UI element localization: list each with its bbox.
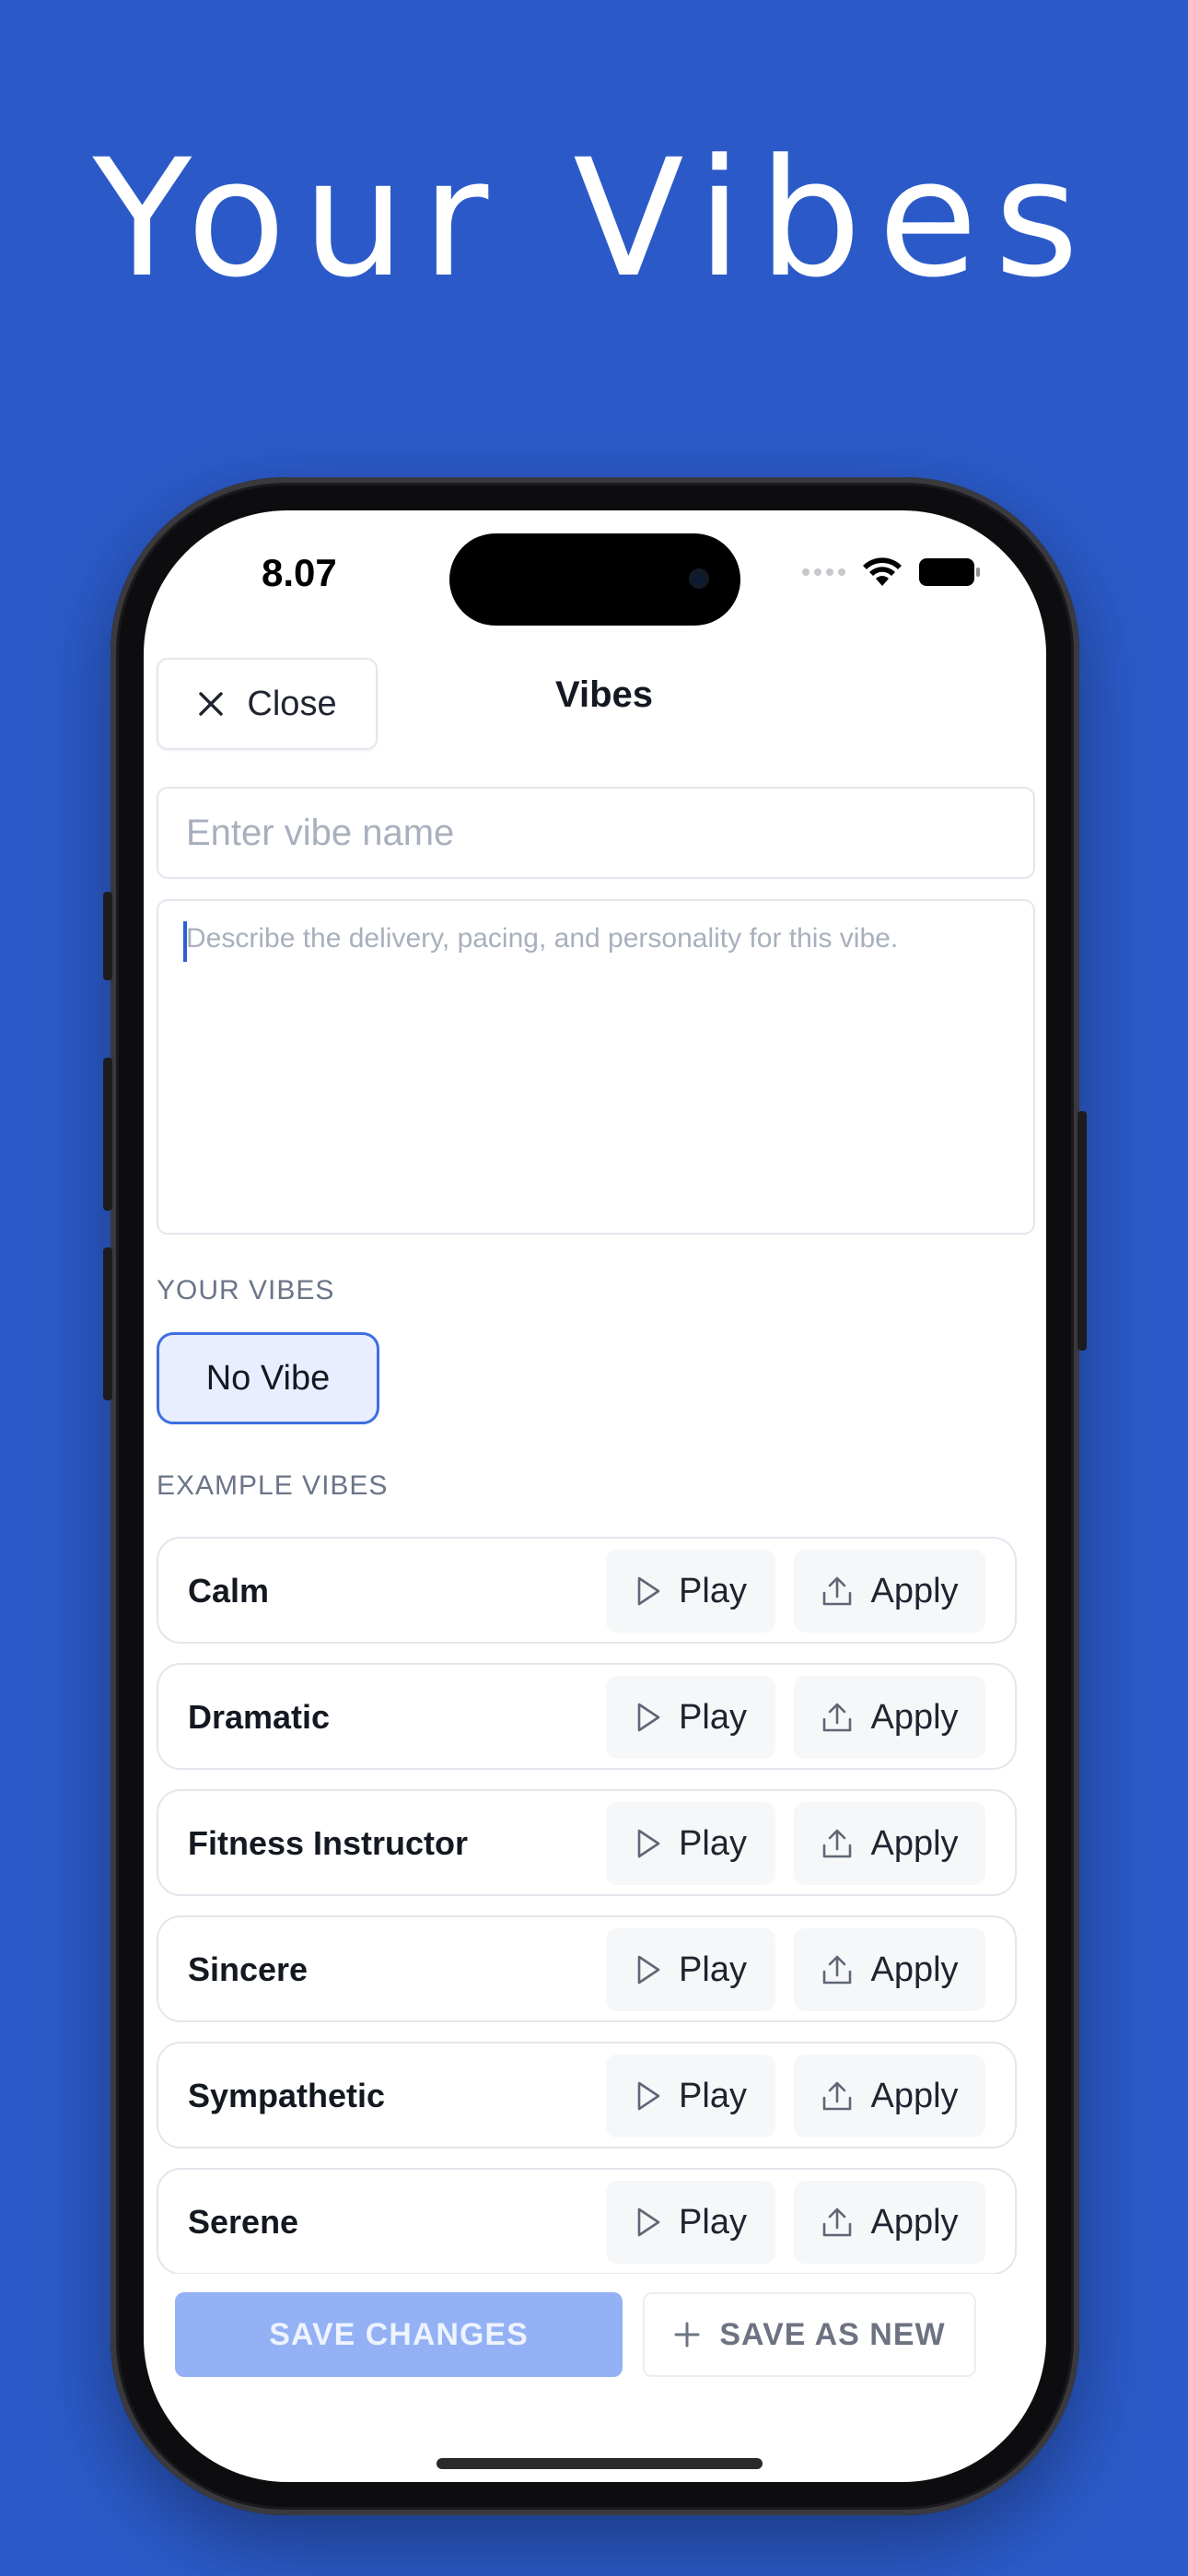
save-as-new-button[interactable]: SAVE AS NEW <box>643 2292 976 2377</box>
save-changes-button[interactable]: SAVE CHANGES <box>175 2292 623 2377</box>
vibe-chip-no-vibe[interactable]: No Vibe <box>157 1332 379 1424</box>
vibe-row: Dramatic Play Apply <box>157 1663 1017 1770</box>
play-icon <box>637 1703 660 1732</box>
apply-label: Apply <box>870 2076 959 2115</box>
vibe-row: Sincere Play Apply <box>157 1915 1017 2022</box>
play-label: Play <box>679 1697 747 1737</box>
apply-button[interactable]: Apply <box>794 1928 985 2011</box>
play-icon <box>637 1829 660 1858</box>
vibe-row: Sympathetic Play Apply <box>157 2042 1017 2149</box>
signal-icon <box>802 568 845 576</box>
play-icon <box>637 1576 660 1606</box>
apply-button[interactable]: Apply <box>794 2181 985 2264</box>
apply-label: Apply <box>870 2202 959 2242</box>
upload-icon <box>823 1955 852 1985</box>
apply-label: Apply <box>870 1950 959 1989</box>
play-button[interactable]: Play <box>606 2055 775 2137</box>
close-icon <box>199 692 224 716</box>
upload-icon <box>823 1576 852 1606</box>
apply-button[interactable]: Apply <box>794 1550 985 1633</box>
save-as-new-label: SAVE AS NEW <box>719 2316 946 2352</box>
play-label: Play <box>679 2202 747 2242</box>
apply-label: Apply <box>870 1697 959 1737</box>
promo-headline: Your Vibes <box>92 124 1096 313</box>
upload-icon <box>823 2081 852 2111</box>
app-screen: 8.07 Close Vibes YOUR VIBES No Vi <box>144 510 1046 2482</box>
play-icon <box>637 2207 660 2237</box>
vibe-row: Fitness Instructor Play Apply <box>157 1789 1017 1896</box>
example-vibes-list: Calm Play Apply Dramatic Play Apply Fitness In… <box>157 1537 1017 2274</box>
play-icon <box>637 2081 660 2111</box>
text-caret <box>183 921 187 962</box>
vibe-row: Calm Play Apply <box>157 1537 1017 1644</box>
apply-button[interactable]: Apply <box>794 2055 985 2137</box>
dynamic-island <box>449 533 740 626</box>
play-icon <box>637 1955 660 1985</box>
vibe-name: Sympathetic <box>188 2077 386 2114</box>
vibe-row: Serene Play Apply <box>157 2168 1017 2274</box>
volume-down-button <box>103 1247 112 1400</box>
example-vibes-label: EXAMPLE VIBES <box>157 1470 389 1501</box>
wifi-icon <box>863 557 902 586</box>
apply-button[interactable]: Apply <box>794 1802 985 1885</box>
apply-button[interactable]: Apply <box>794 1676 985 1759</box>
play-button[interactable]: Play <box>606 1802 775 1885</box>
camera-icon <box>689 568 709 589</box>
vibe-name-input[interactable] <box>157 787 1035 879</box>
vibe-name: Sincere <box>188 1950 309 1988</box>
play-label: Play <box>679 1950 747 1989</box>
vibe-name: Serene <box>188 2203 299 2241</box>
your-vibes-label: YOUR VIBES <box>157 1275 335 1306</box>
phone-frame: 8.07 Close Vibes YOUR VIBES No Vi <box>103 477 1087 2515</box>
play-button[interactable]: Play <box>606 1928 775 2011</box>
page-title: Vibes <box>555 674 653 715</box>
power-button <box>1077 1111 1087 1351</box>
plus-icon <box>674 2322 700 2348</box>
battery-icon <box>919 558 980 586</box>
status-time: 8.07 <box>262 551 337 594</box>
play-label: Play <box>679 2076 747 2115</box>
vibe-name: Fitness Instructor <box>188 1824 469 1862</box>
upload-icon <box>823 1829 852 1858</box>
play-label: Play <box>679 1571 747 1610</box>
upload-icon <box>823 2207 852 2237</box>
vibe-description-input[interactable] <box>157 899 1035 1235</box>
home-indicator <box>437 2458 763 2469</box>
play-button[interactable]: Play <box>606 1676 775 1759</box>
play-button[interactable]: Play <box>606 2181 775 2264</box>
vibe-name: Calm <box>188 1572 270 1610</box>
apply-label: Apply <box>870 1571 959 1610</box>
vibe-name: Dramatic <box>188 1698 331 1736</box>
apply-label: Apply <box>870 1823 959 1863</box>
volume-up-button <box>103 1058 112 1211</box>
play-label: Play <box>679 1823 747 1863</box>
play-button[interactable]: Play <box>606 1550 775 1633</box>
action-button <box>103 892 112 980</box>
close-button-label: Close <box>247 684 337 723</box>
upload-icon <box>823 1703 852 1732</box>
status-icons <box>802 556 980 588</box>
close-button[interactable]: Close <box>157 658 378 750</box>
